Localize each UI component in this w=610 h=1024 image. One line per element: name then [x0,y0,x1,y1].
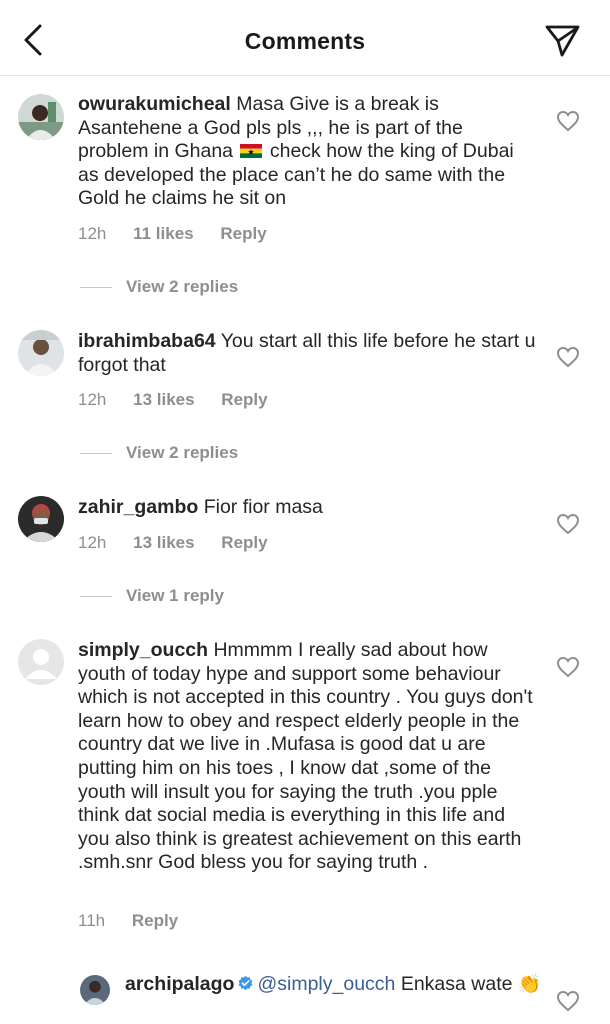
comment-username[interactable]: zahir_gambo [78,496,198,518]
heart-outline-icon[interactable] [556,110,580,132]
comment-time: 12h [78,224,107,243]
comment-likes[interactable]: 11 likes [133,224,194,243]
reply-button[interactable]: Reply [221,390,267,409]
avatar[interactable] [18,639,64,685]
view-replies-label: View 2 replies [126,277,239,296]
reply-button[interactable]: Reply [221,533,267,552]
comment-username[interactable]: ibrahimbaba64 [78,330,216,352]
ghana-flag-icon [240,144,263,159]
comment-likes[interactable]: 13 likes [133,533,194,552]
divider [80,453,112,455]
reply-button[interactable]: Reply [132,911,178,930]
divider [80,596,112,598]
paper-plane-icon [545,25,580,57]
comment-body: simply_oucch Hmmmm I really sad about ho… [78,639,538,875]
comment-meta: 12h 11 likes Reply [78,224,289,244]
heart-outline-icon[interactable] [556,346,580,368]
page-title: Comments [244,28,366,54]
comment-time: 11h [78,911,106,930]
clapping-hands-emoji: 👏 [517,974,542,995]
avatar[interactable] [18,330,64,376]
comments-screen: Comments owurakumicheal Masa Give is a b… [0,0,610,1024]
comment-meta: 11h Reply [78,911,200,931]
avatar[interactable] [80,975,110,1005]
reply-button[interactable]: Reply [220,224,266,243]
avatar[interactable] [18,496,64,542]
comment-likes[interactable]: 13 likes [133,390,194,409]
comment-meta: 12h 13 likes Reply [78,390,290,410]
view-replies-button[interactable]: View 2 replies [80,277,238,297]
comment-text: Hmmmm I really sad about how youth of to… [78,639,533,874]
comment-body: archipalago @simply_oucch Enkasa wate 👏 [125,973,545,997]
heart-outline-icon[interactable] [556,990,580,1012]
comment-body: owurakumicheal Masa Give is a break is A… [78,93,538,211]
view-replies-button[interactable]: View 2 replies [80,443,238,463]
comment-text: Fior fior masa [203,496,323,518]
view-replies-label: View 1 reply [126,586,224,605]
share-button[interactable] [540,20,584,60]
comment-username[interactable]: archipalago [125,973,234,995]
comment-body: zahir_gambo Fior fior masa [78,496,538,520]
comment-meta: 12h 13 likes Reply [78,533,290,553]
heart-outline-icon[interactable] [556,656,580,678]
comment-body: ibrahimbaba64 You start all this life be… [78,330,538,377]
comment-time: 12h [78,533,107,552]
comment-text: Enkasa wate [400,973,513,995]
heart-outline-icon[interactable] [556,513,580,535]
comment-username[interactable]: owurakumicheal [78,93,231,115]
view-replies-button[interactable]: View 1 reply [80,586,224,606]
header-bar: Comments [0,0,610,76]
comment-time: 12h [78,390,107,409]
verified-badge-icon [238,975,253,991]
comment-username[interactable]: simply_oucch [78,639,208,661]
mention-link[interactable]: @simply_oucch [257,973,395,995]
divider [80,287,112,289]
view-replies-label: View 2 replies [126,443,239,462]
avatar[interactable] [18,94,64,140]
